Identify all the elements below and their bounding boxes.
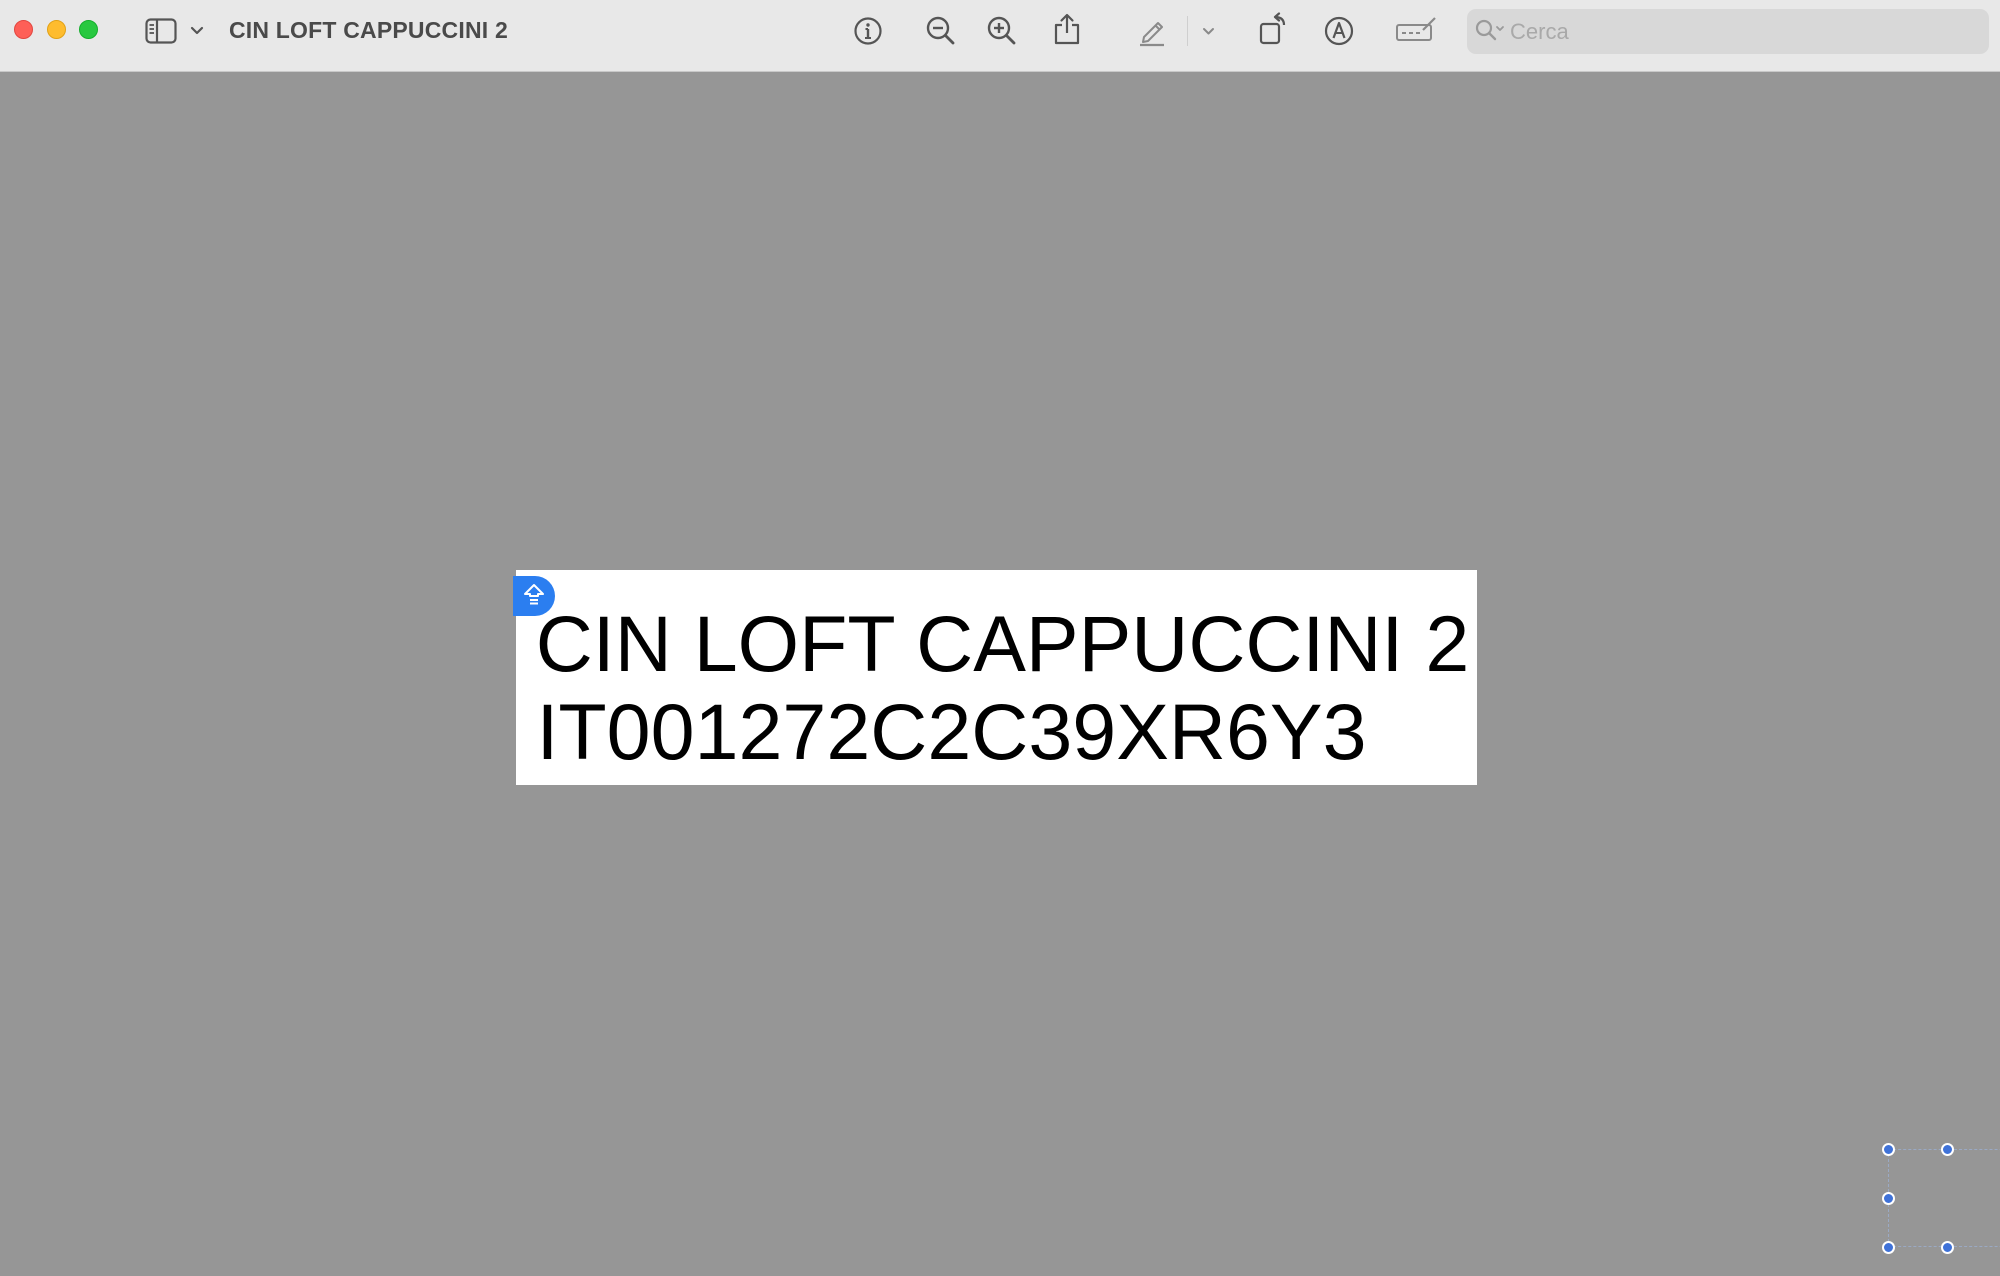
form-fill-button[interactable] [1394, 13, 1438, 47]
window-title: CIN LOFT CAPPUCCINI 2 [229, 17, 508, 43]
search-icon [1475, 19, 1507, 48]
selection-handle-top[interactable] [1941, 1143, 1954, 1156]
close-window-button[interactable] [14, 20, 33, 39]
toolbar-divider [1187, 16, 1188, 46]
form-icon [1395, 14, 1437, 46]
zoom-out-button[interactable] [924, 14, 958, 48]
sidebar-menu-button[interactable] [188, 22, 206, 40]
search-input[interactable] [1510, 14, 1980, 50]
document-text-line: IT001272C2C39XR6Y3 [536, 687, 1367, 776]
pencil-icon [1136, 15, 1168, 47]
chevron-down-icon [1202, 27, 1215, 36]
home-up-icon [522, 582, 546, 611]
selection-handle-left[interactable] [1882, 1192, 1895, 1205]
zoom-window-button[interactable] [79, 20, 98, 39]
share-icon [1053, 12, 1081, 46]
document-text-line: CIN LOFT CAPPUCCINI 2 [535, 599, 1470, 688]
highlight-button[interactable] [1135, 14, 1169, 48]
highlight-menu-button[interactable] [1199, 23, 1217, 39]
document-page[interactable]: CIN LOFT CAPPUCCINI 2 IT001272C2C39XR6Y3 [516, 570, 1477, 785]
selection-rectangle[interactable] [1888, 1149, 2000, 1247]
selection-handle-bottom-left[interactable] [1882, 1241, 1895, 1254]
selection-handle-bottom[interactable] [1941, 1241, 1954, 1254]
info-button[interactable] [852, 15, 884, 47]
share-button[interactable] [1051, 11, 1083, 47]
markup-icon [1323, 15, 1355, 47]
zoom-in-icon [986, 15, 1018, 47]
zoom-in-button[interactable] [985, 14, 1019, 48]
home-up-badge[interactable] [513, 576, 555, 616]
selection-handle-top-left[interactable] [1882, 1143, 1895, 1156]
rotate-button[interactable] [1257, 11, 1291, 47]
sidebar-toggle-button[interactable] [144, 17, 178, 45]
markup-button[interactable] [1322, 14, 1356, 48]
chevron-down-icon [190, 26, 204, 36]
zoom-out-icon [925, 15, 957, 47]
rotate-icon [1258, 12, 1290, 46]
info-circle-icon [853, 16, 883, 46]
minimize-window-button[interactable] [47, 20, 66, 39]
sidebar-icon [145, 18, 177, 44]
window-toolbar: CIN LOFT CAPPUCCINI 2 [0, 0, 2000, 72]
